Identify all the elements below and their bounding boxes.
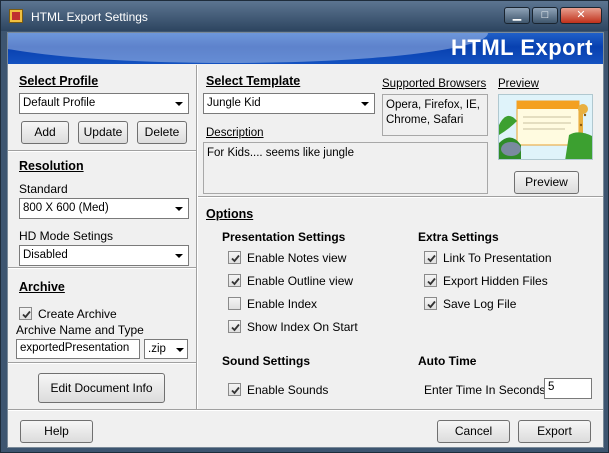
enable-outline-checkbox[interactable] bbox=[228, 274, 241, 287]
checkmark-icon bbox=[231, 323, 240, 332]
save-log-file-label: Save Log File bbox=[443, 297, 517, 311]
header-banner: HTML Export bbox=[8, 33, 603, 64]
jungle-preview-picture bbox=[499, 95, 592, 159]
help-button[interactable]: Help bbox=[20, 420, 93, 443]
chevron-down-icon bbox=[176, 348, 184, 352]
enable-sounds-label: Enable Sounds bbox=[247, 383, 329, 397]
hd-mode-dropdown[interactable]: Disabled bbox=[19, 245, 189, 266]
link-to-presentation-checkbox[interactable] bbox=[424, 251, 437, 264]
save-log-file-checkbox[interactable] bbox=[424, 297, 437, 310]
standard-resolution-dropdown[interactable]: 800 X 600 (Med) bbox=[19, 198, 189, 219]
checkmark-icon bbox=[231, 386, 240, 395]
archive-name-type-label: Archive Name and Type bbox=[16, 323, 144, 337]
template-dropdown-value: Jungle Kid bbox=[207, 97, 261, 109]
chevron-down-icon bbox=[175, 207, 183, 211]
chevron-down-icon bbox=[175, 254, 183, 258]
preview-button[interactable]: Preview bbox=[514, 171, 579, 194]
export-hidden-files-checkbox[interactable] bbox=[424, 274, 437, 287]
auto-time-heading: Auto Time bbox=[418, 354, 477, 368]
edit-document-info-button[interactable]: Edit Document Info bbox=[38, 373, 165, 403]
cancel-button[interactable]: Cancel bbox=[437, 420, 510, 443]
enable-notes-label: Enable Notes view bbox=[247, 251, 347, 265]
show-index-on-start-label: Show Index On Start bbox=[247, 320, 358, 334]
supported-browsers-label: Supported Browsers bbox=[382, 78, 487, 90]
time-in-seconds-label: Enter Time In Seconds: bbox=[424, 383, 549, 397]
checkmark-icon bbox=[231, 277, 240, 286]
update-profile-button[interactable]: Update bbox=[78, 121, 128, 144]
profile-divider bbox=[8, 150, 196, 152]
supported-browsers-value: Opera, Firefox, IE, Chrome, Safari bbox=[382, 94, 488, 136]
delete-profile-button[interactable]: Delete bbox=[137, 121, 187, 144]
presentation-settings-heading: Presentation Settings bbox=[222, 230, 346, 244]
window-controls: ▁ □ ✕ bbox=[504, 7, 602, 24]
show-index-on-start-checkbox[interactable] bbox=[228, 320, 241, 333]
chevron-down-icon bbox=[175, 102, 183, 106]
footer-divider bbox=[8, 409, 603, 411]
resolution-heading: Resolution bbox=[19, 159, 84, 173]
export-hidden-files-label: Export Hidden Files bbox=[443, 274, 548, 288]
profile-dropdown-value: Default Profile bbox=[23, 97, 96, 109]
archive-heading: Archive bbox=[19, 280, 65, 294]
archive-type-value: .zip bbox=[148, 343, 166, 355]
sound-settings-heading: Sound Settings bbox=[222, 354, 310, 368]
standard-label: Standard bbox=[19, 182, 68, 196]
profile-dropdown[interactable]: Default Profile bbox=[19, 93, 189, 114]
app-icon bbox=[9, 9, 23, 23]
select-template-heading: Select Template bbox=[206, 74, 301, 88]
checkmark-icon bbox=[231, 254, 240, 263]
description-value: For Kids.... seems like jungle bbox=[203, 142, 488, 194]
close-button[interactable]: ✕ bbox=[560, 7, 602, 24]
enable-sounds-checkbox[interactable] bbox=[228, 383, 241, 396]
link-to-presentation-label: Link To Presentation bbox=[443, 251, 552, 265]
window-title: HTML Export Settings bbox=[31, 10, 148, 24]
enable-notes-checkbox[interactable] bbox=[228, 251, 241, 264]
archive-type-dropdown[interactable]: .zip bbox=[144, 339, 188, 359]
description-label: Description bbox=[206, 127, 264, 139]
export-settings-window: HTML Export Settings ▁ □ ✕ HTML Export S… bbox=[0, 0, 609, 453]
checkmark-icon bbox=[427, 254, 436, 263]
checkmark-icon bbox=[427, 277, 436, 286]
title-bar[interactable]: HTML Export Settings ▁ □ ✕ bbox=[1, 1, 608, 31]
banner-title: HTML Export bbox=[451, 35, 593, 60]
create-archive-label: Create Archive bbox=[38, 307, 117, 321]
template-preview-image bbox=[498, 94, 593, 160]
minimize-button[interactable]: ▁ bbox=[504, 7, 530, 24]
hd-mode-label: HD Mode Setings bbox=[19, 229, 114, 243]
enable-index-checkbox[interactable] bbox=[228, 297, 241, 310]
enable-outline-label: Enable Outline view bbox=[247, 274, 354, 288]
template-divider bbox=[198, 196, 603, 198]
checkmark-icon bbox=[22, 310, 31, 319]
enable-index-label: Enable Index bbox=[247, 297, 318, 311]
export-button[interactable]: Export bbox=[518, 420, 591, 443]
maximize-button[interactable]: □ bbox=[532, 7, 558, 24]
resolution-divider bbox=[8, 267, 196, 269]
archive-divider bbox=[8, 362, 196, 364]
select-profile-heading: Select Profile bbox=[19, 74, 99, 88]
template-dropdown[interactable]: Jungle Kid bbox=[203, 93, 375, 114]
add-profile-button[interactable]: Add bbox=[21, 121, 69, 144]
left-column-divider bbox=[196, 65, 198, 411]
options-heading: Options bbox=[206, 207, 254, 221]
hd-mode-value: Disabled bbox=[23, 249, 68, 261]
create-archive-checkbox[interactable] bbox=[19, 307, 32, 320]
preview-label: Preview bbox=[498, 78, 539, 90]
archive-name-input[interactable]: exportedPresentation bbox=[16, 339, 140, 359]
dialog-body: HTML Export Select Profile Default Profi… bbox=[7, 32, 604, 448]
time-in-seconds-input[interactable]: 5 bbox=[544, 378, 592, 399]
extra-settings-heading: Extra Settings bbox=[418, 230, 499, 244]
chevron-down-icon bbox=[361, 102, 369, 106]
standard-resolution-value: 800 X 600 (Med) bbox=[23, 202, 109, 214]
checkmark-icon bbox=[427, 300, 436, 309]
